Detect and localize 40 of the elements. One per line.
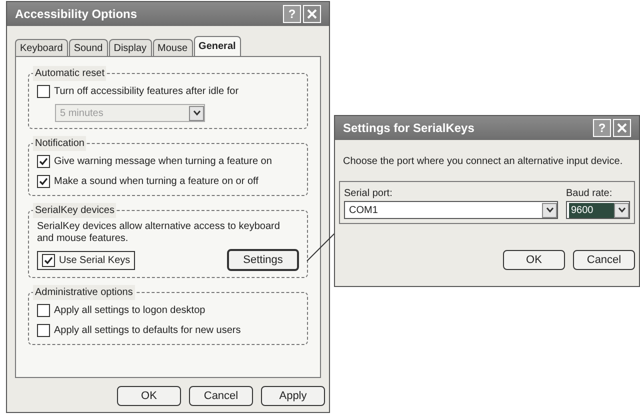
dropdown-caret-icon[interactable] — [614, 202, 629, 218]
group-title: Notification — [33, 136, 86, 151]
checkbox[interactable] — [37, 85, 50, 98]
checkbox[interactable] — [37, 304, 50, 317]
field-label: Baud rate: — [566, 187, 614, 201]
tab[interactable]: Display — [108, 39, 152, 56]
group-title: SerialKey devices — [33, 203, 116, 218]
dialog-button[interactable]: Cancel — [189, 386, 253, 406]
dialog-button[interactable]: OK — [117, 386, 181, 406]
group-title: Administrative options — [33, 285, 135, 300]
close-icon[interactable] — [303, 5, 321, 23]
serial-port-dropdown[interactable]: COM1 — [344, 201, 558, 219]
window-title: Settings for SerialKeys — [343, 120, 476, 137]
checkbox[interactable] — [37, 155, 50, 168]
checkbox-label: Apply all settings to defaults for new users — [54, 324, 241, 338]
checkbox[interactable] — [37, 324, 50, 337]
tab[interactable]: Mouse — [152, 39, 193, 56]
tab[interactable]: Keyboard — [15, 39, 68, 56]
checkbox-label: Make a sound when turning a feature on or off — [54, 175, 258, 189]
dialog-button[interactable]: OK — [503, 250, 565, 270]
field-label: Serial port: — [344, 187, 394, 201]
leader-line — [306, 232, 336, 262]
checkbox-label: Give warning message when turning a feature on — [54, 155, 272, 169]
dropdown-caret-icon[interactable] — [542, 202, 557, 218]
checkbox-label: Apply all settings to logon desktop — [54, 304, 206, 318]
dialog-button[interactable]: Apply — [261, 386, 325, 406]
window-title: Accessibility Options — [15, 6, 138, 23]
instruction-text: Choose the port where you connect an alternative input device. — [342, 155, 624, 169]
tab[interactable]: Sound — [68, 39, 108, 56]
settings-button[interactable]: Settings — [227, 249, 299, 271]
description-text: SerialKey devices allow alternative access to keyboard and mouse features. — [37, 221, 281, 245]
group-title: Automatic reset — [33, 66, 106, 81]
checkbox-label: Turn off accessibility features after idle for — [54, 85, 239, 99]
tab[interactable]: General — [194, 36, 241, 56]
checkbox[interactable] — [37, 175, 50, 188]
close-icon[interactable] — [613, 119, 631, 137]
checkbox[interactable] — [42, 254, 55, 266]
checkbox-label: Use Serial Keys — [59, 254, 130, 268]
dialog-button[interactable]: Cancel — [573, 250, 635, 270]
baud-rate-dropdown[interactable]: 9600 — [566, 201, 630, 219]
